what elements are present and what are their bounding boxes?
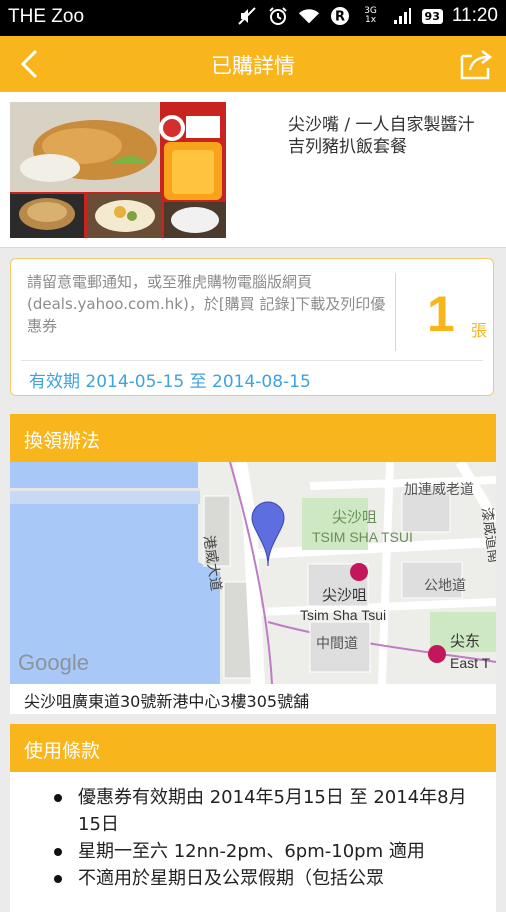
wifi-icon <box>298 5 320 27</box>
terms-item-text: 不適用於星期日及公眾假期（包括公眾 <box>78 868 384 889</box>
network-indicator: 3G 1x <box>360 5 382 27</box>
mute-icon <box>236 5 258 27</box>
signal-icon <box>391 5 413 27</box>
voucher-quantity-unit: 張 <box>471 321 488 340</box>
svg-text:R: R <box>335 10 345 25</box>
terms-item: 不適用於星期日及公眾假期（包括公眾 <box>54 865 480 892</box>
store-address: 尖沙咀廣東道30號新港中心3樓305號舖 <box>10 684 496 714</box>
location-map[interactable]: 加連威老道 尖沙咀 TSIM SHA TSUI 尖沙咀 Tsim Sha Tsu… <box>10 462 496 684</box>
google-logo: Google <box>18 650 89 675</box>
map-label-middle-road: 中間道 <box>316 636 358 652</box>
bullet-icon <box>54 848 62 856</box>
battery-level: 93 <box>421 8 443 24</box>
terms-item-text: 星期一至六 12nn-2pm、6pm-10pm 適用 <box>78 841 425 862</box>
app-bar: 已購詳情 <box>0 36 506 92</box>
product-image <box>10 102 226 238</box>
status-icons: R 3G 1x 93 11:20 <box>236 5 498 27</box>
redeem-section-header: 換領辦法 <box>10 414 496 462</box>
map-label-park-road: 公地道 <box>424 578 466 594</box>
terms-section-header: 使用條款 <box>10 724 496 772</box>
bullet-icon <box>54 794 62 802</box>
page-title: 已購詳情 <box>211 54 295 78</box>
product-card[interactable]: 尖沙嘴 / 一人自家製醬汁吉列豬扒飯套餐 <box>0 92 506 248</box>
terms-item: 星期一至六 12nn-2pm、6pm-10pm 適用 <box>54 838 480 865</box>
map-label-east-en: East T <box>450 655 491 671</box>
status-bar: THE Zoo R 3G 1x 93 11:20 <box>0 0 506 36</box>
registered-icon: R <box>329 5 351 27</box>
map-label-district-en: TSIM SHA TSUI <box>312 529 413 545</box>
network-type-bottom: 1x <box>365 15 377 25</box>
vertical-divider <box>395 273 396 351</box>
terms-item: 優惠券有效期由 2014年5月15日 至 2014年8月15日 <box>54 784 480 838</box>
clock: 11:20 <box>451 5 498 26</box>
map-label-station-cn: 尖沙咀 <box>322 586 367 604</box>
product-name: 尖沙嘴 / 一人自家製醬汁吉列豬扒飯套餐 <box>288 115 475 157</box>
map-label-east-cn: 尖东 <box>450 632 480 650</box>
map-label-station-en: Tsim Sha Tsui <box>300 607 386 623</box>
notification-app-name: THE Zoo <box>8 6 85 27</box>
voucher-validity: 有效期 2014-05-15 至 2014-08-15 <box>29 372 311 392</box>
map-label-district-cn: 尖沙咀 <box>332 508 377 526</box>
voucher-card: 請留意電郵通知，或至雅虎購物電腦版網頁(deals.yahoo.com.hk)，… <box>10 258 494 396</box>
voucher-notice: 請留意電郵通知，或至雅虎購物電腦版網頁(deals.yahoo.com.hk)，… <box>27 273 386 335</box>
terms-item-text: 優惠券有效期由 2014年5月15日 至 2014年8月15日 <box>78 787 467 835</box>
map-label-road: 加連威老道 <box>404 482 474 498</box>
terms-list: 優惠券有效期由 2014年5月15日 至 2014年8月15日 星期一至六 12… <box>10 772 496 912</box>
bullet-icon <box>54 875 62 883</box>
horizontal-divider <box>21 360 483 361</box>
share-icon[interactable] <box>460 48 494 80</box>
voucher-quantity: 1 <box>427 286 455 342</box>
alarm-icon <box>267 5 289 27</box>
